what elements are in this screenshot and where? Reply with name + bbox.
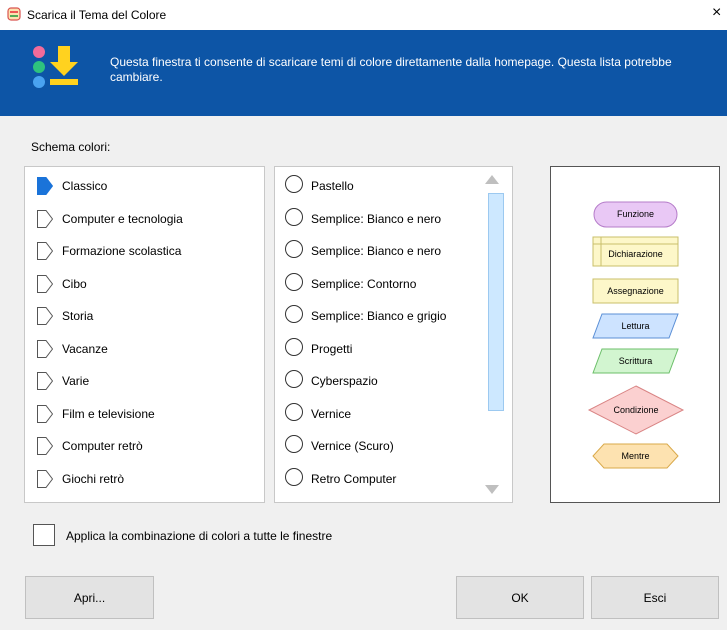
category-item[interactable]: Computer e tecnologia <box>25 202 264 234</box>
theme-label: Semplice: Bianco e grigio <box>311 309 447 323</box>
theme-label: Vernice <box>311 406 352 421</box>
theme-item[interactable]: Semplice: Contorno <box>275 267 480 299</box>
category-label: Classico <box>62 179 108 193</box>
category-label: Cibo <box>62 276 87 291</box>
category-list: Classico Computer e tecnologia Formazione … <box>24 166 265 503</box>
theme-label: Semplice: Bianco e nero <box>311 211 442 226</box>
theme-label: Retro Computer <box>311 471 397 486</box>
theme-item[interactable]: Progetti <box>275 332 480 364</box>
radio-button[interactable] <box>285 370 303 388</box>
category-item[interactable]: Computer retrò <box>25 429 264 461</box>
window-title: Scarica il Tema del Colore <box>27 8 167 22</box>
category-item[interactable]: Cibo <box>25 267 264 299</box>
theme-label: Semplice: Contorno <box>311 276 417 291</box>
preview-panel: Funzione Dichiarazione Assegnazione Lett… <box>550 166 720 503</box>
title-bar: Scarica il Tema del Colore × <box>0 0 727 30</box>
tag-flag-icon <box>37 372 53 390</box>
tag-flag-icon <box>37 274 53 293</box>
close-icon[interactable]: × <box>712 4 721 22</box>
category-item[interactable]: Storia <box>25 299 264 331</box>
apply-all-checkbox[interactable] <box>33 524 55 546</box>
category-label: Storia <box>62 309 94 323</box>
scrollbar-thumb[interactable] <box>488 193 504 411</box>
radio-button[interactable] <box>285 467 303 486</box>
banner-message: Questa finestra ti consente di scaricare… <box>110 55 672 84</box>
theme-item[interactable]: Semplice: Bianco e nero <box>275 202 480 234</box>
category-item[interactable]: Giochi retrò <box>25 462 264 494</box>
theme-item[interactable]: Semplice: Bianco e grigio <box>275 299 480 331</box>
tag-flag-icon <box>37 307 53 325</box>
apply-all-label: Applica la combinazione di colori a tutt… <box>66 529 333 543</box>
radio-button[interactable] <box>285 207 303 226</box>
assegnazione-label: Assegnazione <box>607 286 664 296</box>
category-label: Film e televisione <box>62 406 155 421</box>
lettura-label: Lettura <box>621 321 650 331</box>
theme-item[interactable]: Vernice (Scuro) <box>275 429 480 461</box>
theme-label: Semplice: Bianco e nero <box>311 244 442 258</box>
category-label: Computer retrò <box>62 439 143 453</box>
category-item[interactable]: Film e televisione <box>25 397 264 429</box>
category-item[interactable]: Formazione scolastica <box>25 234 264 266</box>
theme-label: Vernice (Scuro) <box>311 439 394 453</box>
ok-button[interactable]: OK <box>456 576 584 619</box>
theme-list: Pastello Semplice: Bianco e nero Semplice:… <box>274 166 513 503</box>
download-theme-icon <box>33 46 78 88</box>
tag-flag-icon <box>37 469 53 488</box>
condizione-label: Condizione <box>613 405 659 415</box>
scheme-label: Schema colori: <box>31 140 111 154</box>
theme-item[interactable]: Retro Computer <box>275 462 480 494</box>
category-label: Vacanze <box>62 341 108 356</box>
category-label: Computer e tecnologia <box>62 211 183 226</box>
category-label: Giochi retrò <box>62 471 125 486</box>
category-label: Formazione scolastica <box>62 244 182 258</box>
exit-button[interactable]: Esci <box>591 576 719 619</box>
theme-label: Cyberspazio <box>311 374 378 388</box>
tag-flag-icon <box>37 339 53 358</box>
category-label: Varie <box>62 374 90 388</box>
tag-flag-icon <box>37 437 53 455</box>
mentre-label: Mentre <box>621 451 650 461</box>
dichiarazione-label: Dichiarazione <box>608 249 663 259</box>
tag-flag-icon <box>37 209 53 228</box>
radio-button[interactable] <box>285 402 303 421</box>
open-button[interactable]: Apri... <box>25 576 154 619</box>
radio-button[interactable] <box>285 272 303 291</box>
tag-flag-icon <box>37 404 53 423</box>
radio-button[interactable] <box>285 175 303 193</box>
radio-button[interactable] <box>285 337 303 356</box>
scrittura-label: Scrittura <box>618 356 653 366</box>
scroll-up-icon[interactable] <box>482 170 502 188</box>
theme-item[interactable]: Vernice <box>275 397 480 429</box>
radio-button[interactable] <box>285 435 303 453</box>
category-item[interactable]: Vacanze <box>25 332 264 364</box>
theme-label: Progetti <box>311 341 353 356</box>
theme-item[interactable]: Cyberspazio <box>275 364 480 396</box>
theme-item[interactable]: Pastello <box>275 169 480 201</box>
category-item[interactable]: Varie <box>25 364 264 396</box>
color-theme-app-icon <box>7 7 21 21</box>
tag-flag-icon <box>37 177 53 195</box>
category-item[interactable]: Classico <box>25 169 264 201</box>
tag-flag-icon <box>37 242 53 260</box>
theme-item[interactable]: Semplice: Bianco e nero <box>275 234 480 266</box>
info-banner: Questa finestra ti consente di scaricare… <box>0 30 727 116</box>
radio-button[interactable] <box>285 305 303 323</box>
radio-button[interactable] <box>285 240 303 258</box>
scroll-down-icon[interactable] <box>482 481 502 499</box>
funzione-label: Funzione <box>616 209 655 219</box>
theme-label: Pastello <box>311 179 354 193</box>
